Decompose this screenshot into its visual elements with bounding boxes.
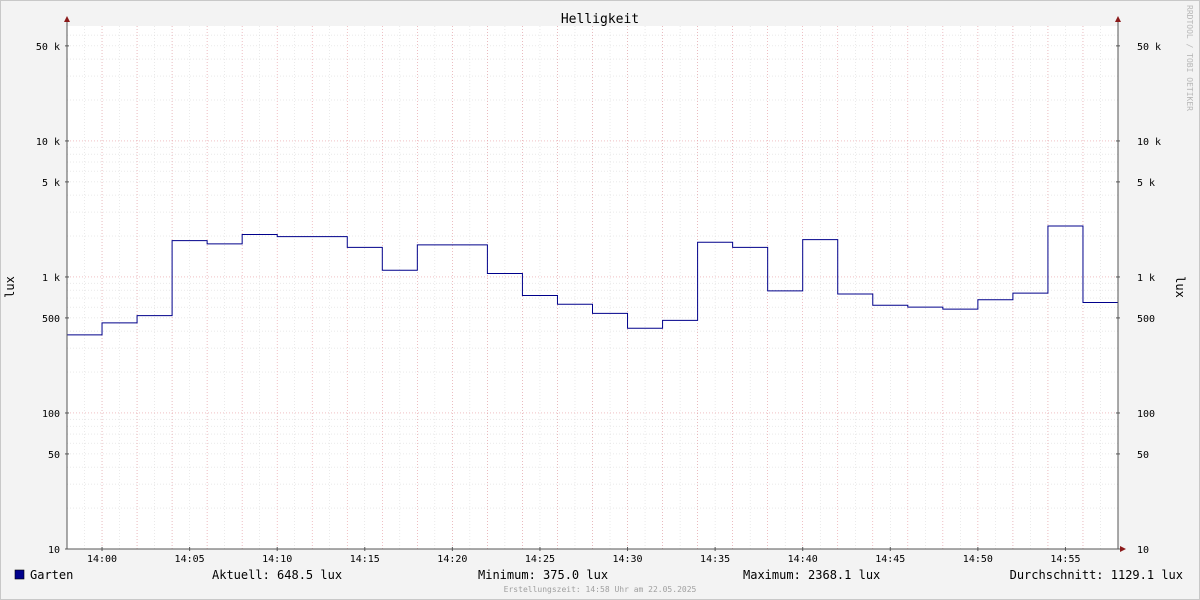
x-tick-label: 14:20 (437, 554, 467, 565)
y-tick-label-right: 10 (1137, 545, 1149, 556)
y-axis-arrow-left-icon (64, 16, 70, 22)
x-tick-label: 14:10 (262, 554, 292, 565)
x-tick-labels: 14:00 14:05 14:10 14:15 14:20 14:25 14:30 14:35… (87, 547, 1081, 565)
x-tick-label: 14:45 (875, 554, 905, 565)
y-tick-label-left: 50 (48, 450, 60, 461)
brightness-chart: 50 k10 k5 k1 k5001005010 50 k10 k5 k1 k5… (3, 5, 1194, 594)
y-tick-label-left: 10 k (36, 137, 60, 148)
legend-series-name: Garten (30, 568, 73, 582)
y-tick-label-right: 10 k (1137, 137, 1161, 148)
legend-minimum: Minimum: 375.0 lux (478, 568, 608, 582)
legend-current: Aktuell: 648.5 lux (212, 568, 342, 582)
x-axis-arrow-icon (1120, 546, 1126, 552)
rrdtool-watermark: RRDTOOL / TOBI OETIKER (1185, 5, 1194, 111)
x-tick-label: 14:50 (963, 554, 993, 565)
y-axis-title-left: lux (3, 276, 17, 298)
y-tick-label-left: 10 (48, 545, 60, 556)
y-tick-label-right: 5 k (1137, 178, 1155, 189)
x-tick-label: 14:30 (612, 554, 642, 565)
x-tick-label: 14:40 (788, 554, 818, 565)
y-axis-arrow-right-icon (1115, 16, 1121, 22)
y-tick-label-right: 100 (1137, 409, 1155, 420)
y-tick-label-left: 1 k (42, 273, 60, 284)
x-tick-label: 14:00 (87, 554, 117, 565)
y-axis-title-right: lux (1173, 276, 1187, 298)
y-tick-label-right: 50 (1137, 450, 1149, 461)
y-tick-label-left: 100 (42, 409, 60, 420)
x-tick-label: 14:15 (350, 554, 380, 565)
x-tick-label: 14:05 (175, 554, 205, 565)
creation-time-footer: Erstellungszeit: 14:58 Uhr am 22.05.2025 (504, 585, 697, 594)
x-tick-label: 14:55 (1050, 554, 1080, 565)
y-tick-labels-left: 50 k 10 k 5 k 1 k 500 100 50 10 (36, 42, 69, 556)
y-tick-label-left: 500 (42, 314, 60, 325)
y-tick-label-left: 5 k (42, 178, 60, 189)
x-tick-label: 14:35 (700, 554, 730, 565)
y-tick-label-right: 1 k (1137, 273, 1155, 284)
x-tick-label: 14:25 (525, 554, 555, 565)
y-tick-label-left: 50 k (36, 42, 60, 53)
y-tick-labels-right: 50 k 10 k 5 k 1 k 500 100 50 10 (1116, 42, 1161, 556)
legend-maximum: Maximum: 2368.1 lux (743, 568, 880, 582)
chart-title: Helligkeit (561, 12, 639, 27)
legend-swatch (14, 569, 25, 580)
y-tick-label-right: 500 (1137, 314, 1155, 325)
y-tick-label-right: 50 k (1137, 42, 1161, 53)
legend-average: Durchschnitt: 1129.1 lux (1010, 568, 1183, 582)
